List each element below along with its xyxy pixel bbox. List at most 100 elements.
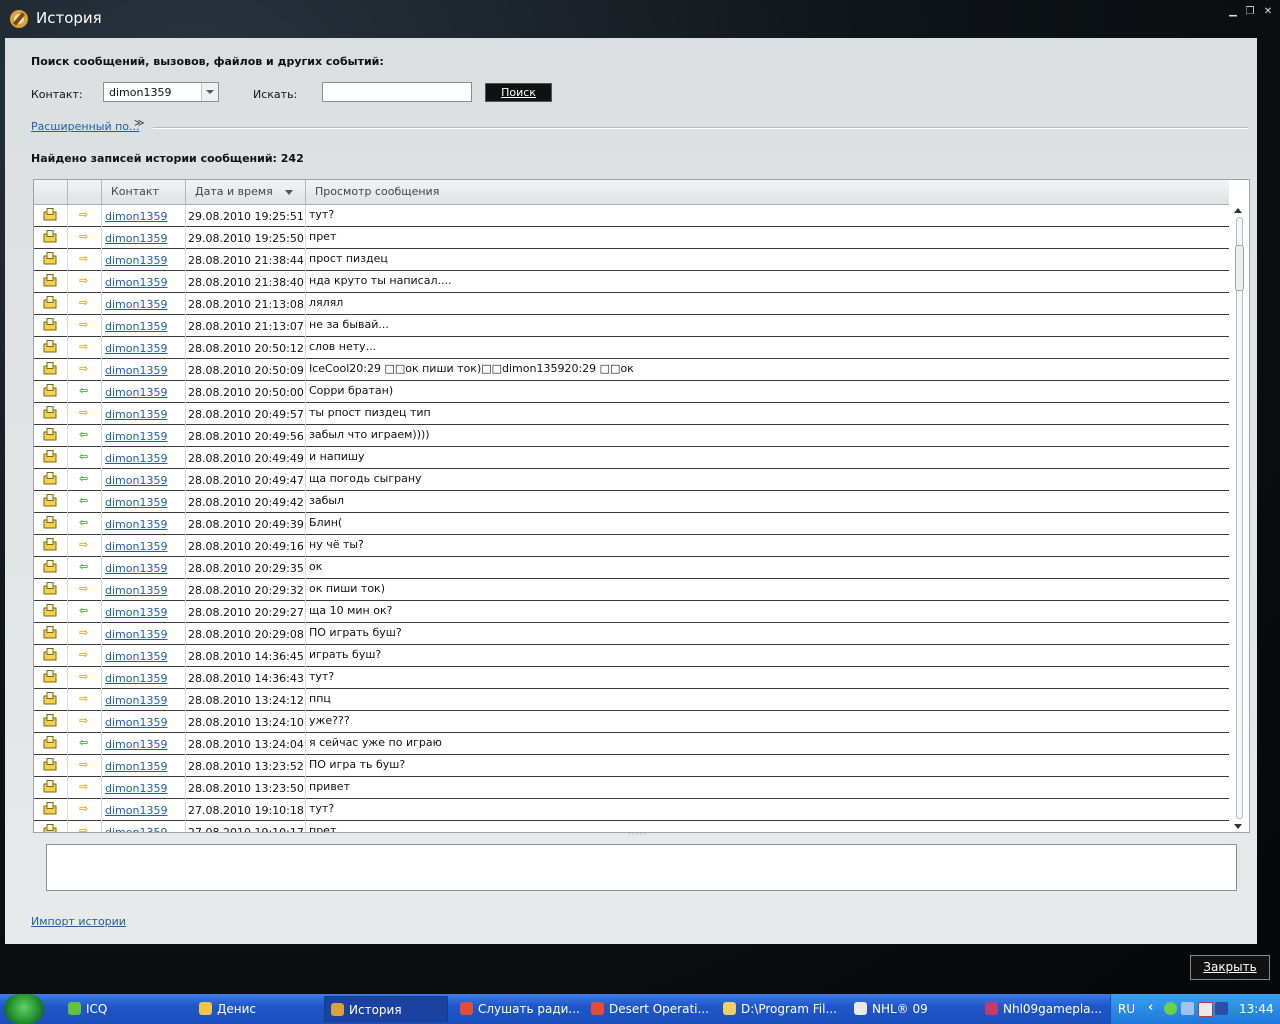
table-row[interactable]: ⇨ dimon1359 28.08.2010 21:38:44 прост пизде… xyxy=(34,249,1229,271)
table-row[interactable]: ⇦ dimon1359 28.08.2010 20:49:47 ща погодь с… xyxy=(34,469,1229,491)
row-contact-link[interactable]: dimon1359 xyxy=(105,562,167,575)
splitter-handle[interactable]: ····· xyxy=(628,830,647,840)
search-button[interactable]: Поиск xyxy=(485,83,552,102)
table-row[interactable]: ⇨ dimon1359 28.08.2010 20:29:32 ок пиши ток… xyxy=(34,579,1229,601)
table-row[interactable]: ⇨ dimon1359 28.08.2010 20:29:08 ПО играть б… xyxy=(34,623,1229,645)
scroll-down-icon[interactable] xyxy=(1234,824,1242,829)
row-contact-link[interactable]: dimon1359 xyxy=(105,804,167,817)
row-contact-link[interactable]: dimon1359 xyxy=(105,606,167,619)
antivirus-icon[interactable] xyxy=(1198,1002,1213,1017)
table-row[interactable]: ⇦ dimon1359 28.08.2010 20:50:00 Сорри брата… xyxy=(34,381,1229,403)
table-row[interactable]: ⇨ dimon1359 28.08.2010 20:49:57 ты рпост пи… xyxy=(34,403,1229,425)
taskbar-item[interactable]: D:\Program Fil... xyxy=(717,996,843,1022)
row-contact-link[interactable]: dimon1359 xyxy=(105,672,167,685)
vertical-scrollbar[interactable] xyxy=(1230,205,1247,832)
table-row[interactable]: ⇨ dimon1359 28.08.2010 21:38:40 нда круто т… xyxy=(34,271,1229,293)
row-contact-link[interactable]: dimon1359 xyxy=(105,232,167,245)
row-contact-link[interactable]: dimon1359 xyxy=(105,518,167,531)
row-contact-link[interactable]: dimon1359 xyxy=(105,826,167,832)
close-icon[interactable]: ✕ xyxy=(1261,6,1275,18)
expand-chevron-icon[interactable]: ≫ xyxy=(134,118,144,129)
row-contact-link[interactable]: dimon1359 xyxy=(105,276,167,289)
row-contact-link[interactable]: dimon1359 xyxy=(105,452,167,465)
row-contact-link[interactable]: dimon1359 xyxy=(105,716,167,729)
advanced-search-link[interactable]: Расширенный по... xyxy=(31,120,140,133)
table-row[interactable]: ⇦ dimon1359 28.08.2010 20:29:35 ок xyxy=(34,557,1229,579)
contact-combobox[interactable]: dimon1359 xyxy=(103,82,219,102)
table-row[interactable]: ⇨ dimon1359 28.08.2010 20:50:09 IceCool20:2… xyxy=(34,359,1229,381)
taskbar-item[interactable]: Слушать ради... xyxy=(454,996,580,1022)
row-contact-link[interactable]: dimon1359 xyxy=(105,760,167,773)
scroll-track[interactable] xyxy=(1236,217,1243,819)
tray-expand-icon[interactable]: ‹ xyxy=(1148,1000,1153,1015)
taskbar-item[interactable]: Денис xyxy=(193,996,319,1022)
column-header-message[interactable]: Просмотр сообщения xyxy=(306,180,1229,204)
table-row[interactable]: ⇨ dimon1359 28.08.2010 20:50:12 слов нету..… xyxy=(34,337,1229,359)
table-row[interactable]: ⇦ dimon1359 28.08.2010 20:49:56 забыл что и… xyxy=(34,425,1229,447)
taskbar-item[interactable]: История xyxy=(324,996,448,1022)
row-contact-link[interactable]: dimon1359 xyxy=(105,738,167,751)
column-header-type[interactable] xyxy=(34,180,68,204)
incoming-arrow-icon: ⇦ xyxy=(79,516,89,529)
chevron-down-icon[interactable] xyxy=(201,83,218,101)
table-row[interactable]: ⇨ dimon1359 29.08.2010 19:25:50 прет xyxy=(34,227,1229,249)
taskbar-item[interactable]: Nhl09gamepla... xyxy=(979,996,1105,1022)
row-contact-link[interactable]: dimon1359 xyxy=(105,254,167,267)
row-contact-link[interactable]: dimon1359 xyxy=(105,320,167,333)
row-contact-link[interactable]: dimon1359 xyxy=(105,298,167,311)
minimize-icon[interactable]: ▁ xyxy=(1226,6,1240,18)
column-separator xyxy=(67,535,68,557)
table-row[interactable]: ⇨ dimon1359 29.08.2010 19:25:51 тут? xyxy=(34,205,1229,227)
table-row[interactable]: ⇨ dimon1359 28.08.2010 14:36:43 тут? xyxy=(34,667,1229,689)
row-contact-link[interactable]: dimon1359 xyxy=(105,540,167,553)
column-separator xyxy=(185,381,186,403)
row-contact-link[interactable]: dimon1359 xyxy=(105,408,167,421)
table-row[interactable]: ⇨ dimon1359 28.08.2010 13:24:10 уже??? xyxy=(34,711,1229,733)
row-contact-link[interactable]: dimon1359 xyxy=(105,782,167,795)
table-row[interactable]: ⇦ dimon1359 28.08.2010 20:49:49 и напишу xyxy=(34,447,1229,469)
table-row[interactable]: ⇨ dimon1359 28.08.2010 13:24:12 ппц xyxy=(34,689,1229,711)
table-row[interactable]: ⇨ dimon1359 28.08.2010 13:23:52 ПО игра ть … xyxy=(34,755,1229,777)
search-input[interactable] xyxy=(322,82,472,102)
row-contact-link[interactable]: dimon1359 xyxy=(105,342,167,355)
row-contact-link[interactable]: dimon1359 xyxy=(105,386,167,399)
table-row[interactable]: ⇦ dimon1359 28.08.2010 13:24:04 я сейчас уж… xyxy=(34,733,1229,755)
message-preview[interactable] xyxy=(46,844,1237,891)
row-contact-link[interactable]: dimon1359 xyxy=(105,584,167,597)
row-contact-link[interactable]: dimon1359 xyxy=(105,496,167,509)
table-row[interactable]: ⇨ dimon1359 28.08.2010 14:36:45 играть буш? xyxy=(34,645,1229,667)
close-button[interactable]: Закрыть xyxy=(1190,955,1270,980)
table-row[interactable]: ⇨ dimon1359 28.08.2010 20:49:16 ну чё ты? xyxy=(34,535,1229,557)
column-header-direction[interactable] xyxy=(68,180,102,204)
row-contact-link[interactable]: dimon1359 xyxy=(105,694,167,707)
start-button[interactable] xyxy=(4,994,44,1024)
import-history-link[interactable]: Импорт истории xyxy=(31,915,126,928)
scroll-up-icon[interactable] xyxy=(1234,208,1242,213)
title-bar[interactable]: История ▁ ❐ ✕ xyxy=(0,0,1280,38)
download-icon[interactable] xyxy=(1215,1002,1228,1015)
network-icon[interactable] xyxy=(1181,1002,1194,1015)
column-separator xyxy=(185,227,186,249)
table-row[interactable]: ⇦ dimon1359 28.08.2010 20:49:42 забыл xyxy=(34,491,1229,513)
table-row[interactable]: ⇦ dimon1359 28.08.2010 20:49:39 Блин( xyxy=(34,513,1229,535)
taskbar-item[interactable]: ICQ xyxy=(62,996,188,1022)
row-contact-link[interactable]: dimon1359 xyxy=(105,474,167,487)
taskbar-item[interactable]: Desert Operati... xyxy=(585,996,711,1022)
icq-tray-icon[interactable] xyxy=(1164,1002,1177,1015)
scroll-thumb[interactable] xyxy=(1235,245,1244,291)
table-row[interactable]: ⇨ dimon1359 28.08.2010 21:13:08 лялял xyxy=(34,293,1229,315)
row-contact-link[interactable]: dimon1359 xyxy=(105,650,167,663)
language-indicator[interactable]: RU xyxy=(1118,1002,1135,1016)
row-contact-link[interactable]: dimon1359 xyxy=(105,364,167,377)
table-row[interactable]: ⇨ dimon1359 27.08.2010 19:10:18 тут? xyxy=(34,799,1229,821)
row-contact-link[interactable]: dimon1359 xyxy=(105,210,167,223)
row-contact-link[interactable]: dimon1359 xyxy=(105,628,167,641)
taskbar-item[interactable]: NHL® 09 xyxy=(848,996,974,1022)
restore-icon[interactable]: ❐ xyxy=(1243,6,1257,18)
table-row[interactable]: ⇨ dimon1359 28.08.2010 21:13:07 не за бывай… xyxy=(34,315,1229,337)
row-message: ок пиши ток) xyxy=(309,582,385,595)
table-row[interactable]: ⇨ dimon1359 28.08.2010 13:23:50 привет xyxy=(34,777,1229,799)
row-contact-link[interactable]: dimon1359 xyxy=(105,430,167,443)
column-header-contact[interactable]: Контакт xyxy=(102,180,186,204)
table-row[interactable]: ⇦ dimon1359 28.08.2010 20:29:27 ща 10 мин о… xyxy=(34,601,1229,623)
